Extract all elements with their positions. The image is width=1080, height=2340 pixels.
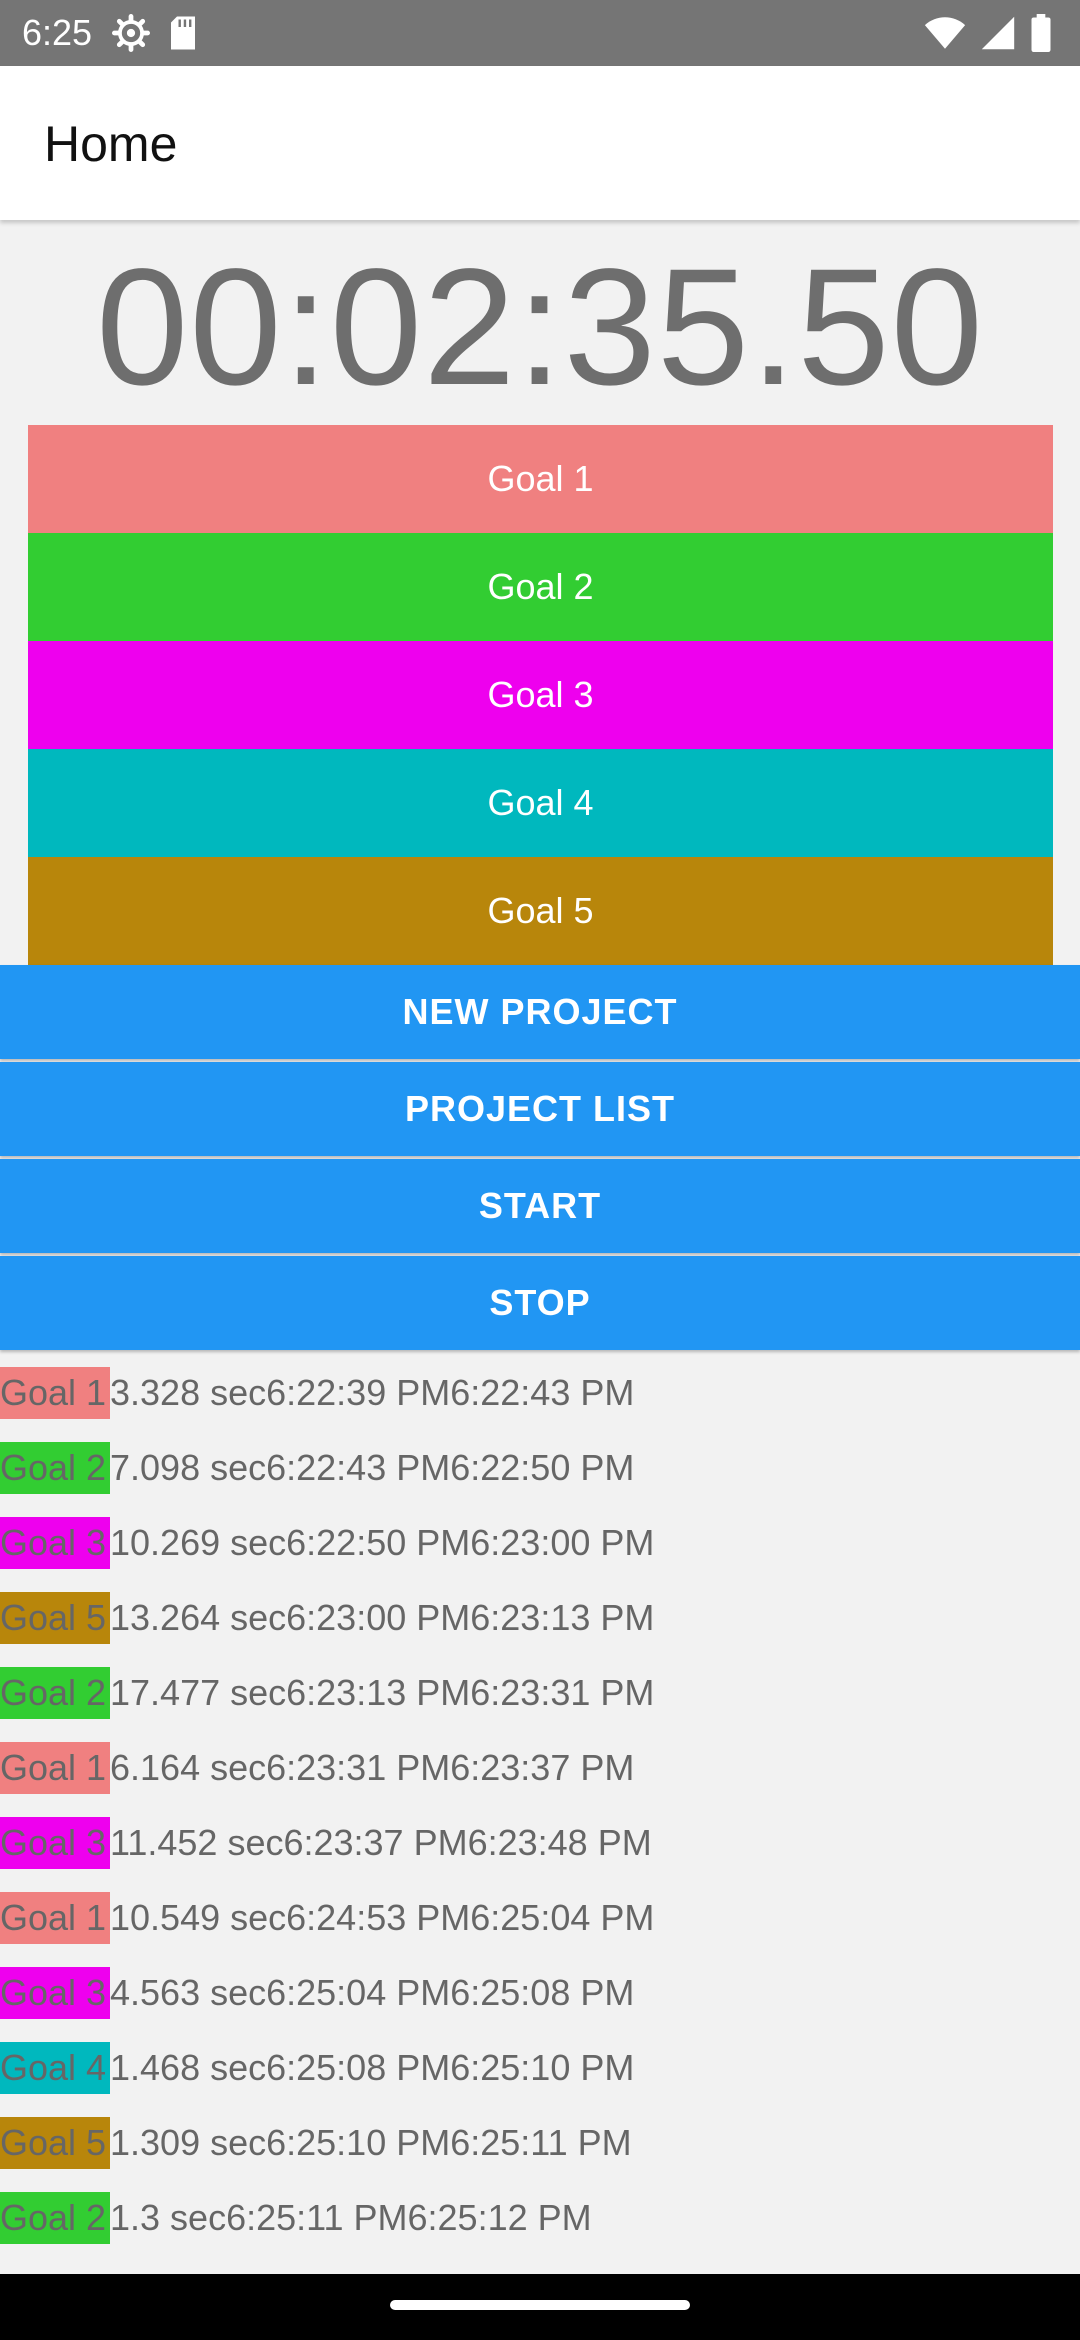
log-goal-label: Goal 2 xyxy=(0,1441,110,1494)
log-details: 4.563 sec6:25:04 PM6:25:08 PM xyxy=(110,1971,635,2013)
log-list: Goal 1 3.328 sec6:22:39 PM6:22:43 PM Goal… xyxy=(0,1355,1080,2255)
log-details: 17.477 sec6:23:13 PM6:23:31 PM xyxy=(110,1671,655,1713)
status-left-icons xyxy=(112,14,198,57)
log-row: Goal 2 17.477 sec6:23:13 PM6:23:31 PM xyxy=(0,1655,1080,1730)
start-button[interactable]: START xyxy=(0,1159,1080,1253)
sd-card-icon xyxy=(168,14,198,57)
elapsed-timer: 00:02:35.50 xyxy=(96,235,984,420)
wifi-icon xyxy=(924,15,966,56)
log-goal-label: Goal 3 xyxy=(0,1966,110,2019)
battery-icon xyxy=(1030,14,1052,57)
goal-buttons: Goal 1 Goal 2 Goal 3 Goal 4 Goal 5 xyxy=(28,425,1053,965)
log-goal-label: Goal 3 xyxy=(0,1516,110,1569)
log-goal-label: Goal 5 xyxy=(0,2116,110,2169)
log-details: 13.264 sec6:23:00 PM6:23:13 PM xyxy=(110,1596,655,1638)
page-title: Home xyxy=(44,116,178,172)
app-bar: Home xyxy=(0,66,1080,220)
log-details: 10.269 sec6:22:50 PM6:23:00 PM xyxy=(110,1521,655,1563)
log-goal-label: Goal 1 xyxy=(0,1891,110,1944)
log-details: 1.468 sec6:25:08 PM6:25:10 PM xyxy=(110,2046,635,2088)
log-goal-label: Goal 2 xyxy=(0,1666,110,1719)
action-buttons: NEW PROJECT PROJECT LIST START STOP xyxy=(0,965,1080,1353)
log-goal-label: Goal 4 xyxy=(0,2041,110,2094)
signal-icon xyxy=(980,15,1016,56)
status-right-icons xyxy=(924,14,1052,57)
log-row: Goal 1 3.328 sec6:22:39 PM6:22:43 PM xyxy=(0,1355,1080,1430)
log-row: Goal 2 7.098 sec6:22:43 PM6:22:50 PM xyxy=(0,1430,1080,1505)
stop-button[interactable]: STOP xyxy=(0,1256,1080,1350)
goal-3-button[interactable]: Goal 3 xyxy=(28,641,1053,749)
log-goal-label: Goal 3 xyxy=(0,1816,110,1869)
log-row: Goal 2 1.3 sec6:25:11 PM6:25:12 PM xyxy=(0,2180,1080,2255)
navigation-bar xyxy=(0,2274,1080,2340)
home-gesture-handle[interactable] xyxy=(390,2300,690,2310)
log-details: 11.452 sec6:23:37 PM6:23:48 PM xyxy=(110,1821,652,1863)
log-goal-label: Goal 5 xyxy=(0,1591,110,1644)
log-details: 10.549 sec6:24:53 PM6:25:04 PM xyxy=(110,1896,655,1938)
log-details: 1.309 sec6:25:10 PM6:25:11 PM xyxy=(110,2121,632,2163)
status-bar: 6:25 xyxy=(0,0,1080,66)
log-details: 7.098 sec6:22:43 PM6:22:50 PM xyxy=(110,1446,635,1488)
log-row: Goal 3 4.563 sec6:25:04 PM6:25:08 PM xyxy=(0,1955,1080,2030)
log-row: Goal 3 10.269 sec6:22:50 PM6:23:00 PM xyxy=(0,1505,1080,1580)
log-row: Goal 3 11.452 sec6:23:37 PM6:23:48 PM xyxy=(0,1805,1080,1880)
goal-4-button[interactable]: Goal 4 xyxy=(28,749,1053,857)
log-details: 1.3 sec6:25:11 PM6:25:12 PM xyxy=(110,2196,592,2238)
log-details: 6.164 sec6:23:31 PM6:23:37 PM xyxy=(110,1746,635,1788)
log-row: Goal 1 10.549 sec6:24:53 PM6:25:04 PM xyxy=(0,1880,1080,1955)
goal-5-button[interactable]: Goal 5 xyxy=(28,857,1053,965)
settings-icon xyxy=(112,14,150,57)
status-time: 6:25 xyxy=(22,12,93,53)
log-row: Goal 1 6.164 sec6:23:31 PM6:23:37 PM xyxy=(0,1730,1080,1805)
log-details: 3.328 sec6:22:39 PM6:22:43 PM xyxy=(110,1371,635,1413)
log-row: Goal 5 13.264 sec6:23:00 PM6:23:13 PM xyxy=(0,1580,1080,1655)
log-row: Goal 4 1.468 sec6:25:08 PM6:25:10 PM xyxy=(0,2030,1080,2105)
log-goal-label: Goal 2 xyxy=(0,2191,110,2244)
new-project-button[interactable]: NEW PROJECT xyxy=(0,965,1080,1059)
goal-1-button[interactable]: Goal 1 xyxy=(28,425,1053,533)
log-goal-label: Goal 1 xyxy=(0,1366,110,1419)
project-list-button[interactable]: PROJECT LIST xyxy=(0,1062,1080,1156)
goal-2-button[interactable]: Goal 2 xyxy=(28,533,1053,641)
log-goal-label: Goal 1 xyxy=(0,1741,110,1794)
log-row: Goal 5 1.309 sec6:25:10 PM6:25:11 PM xyxy=(0,2105,1080,2180)
